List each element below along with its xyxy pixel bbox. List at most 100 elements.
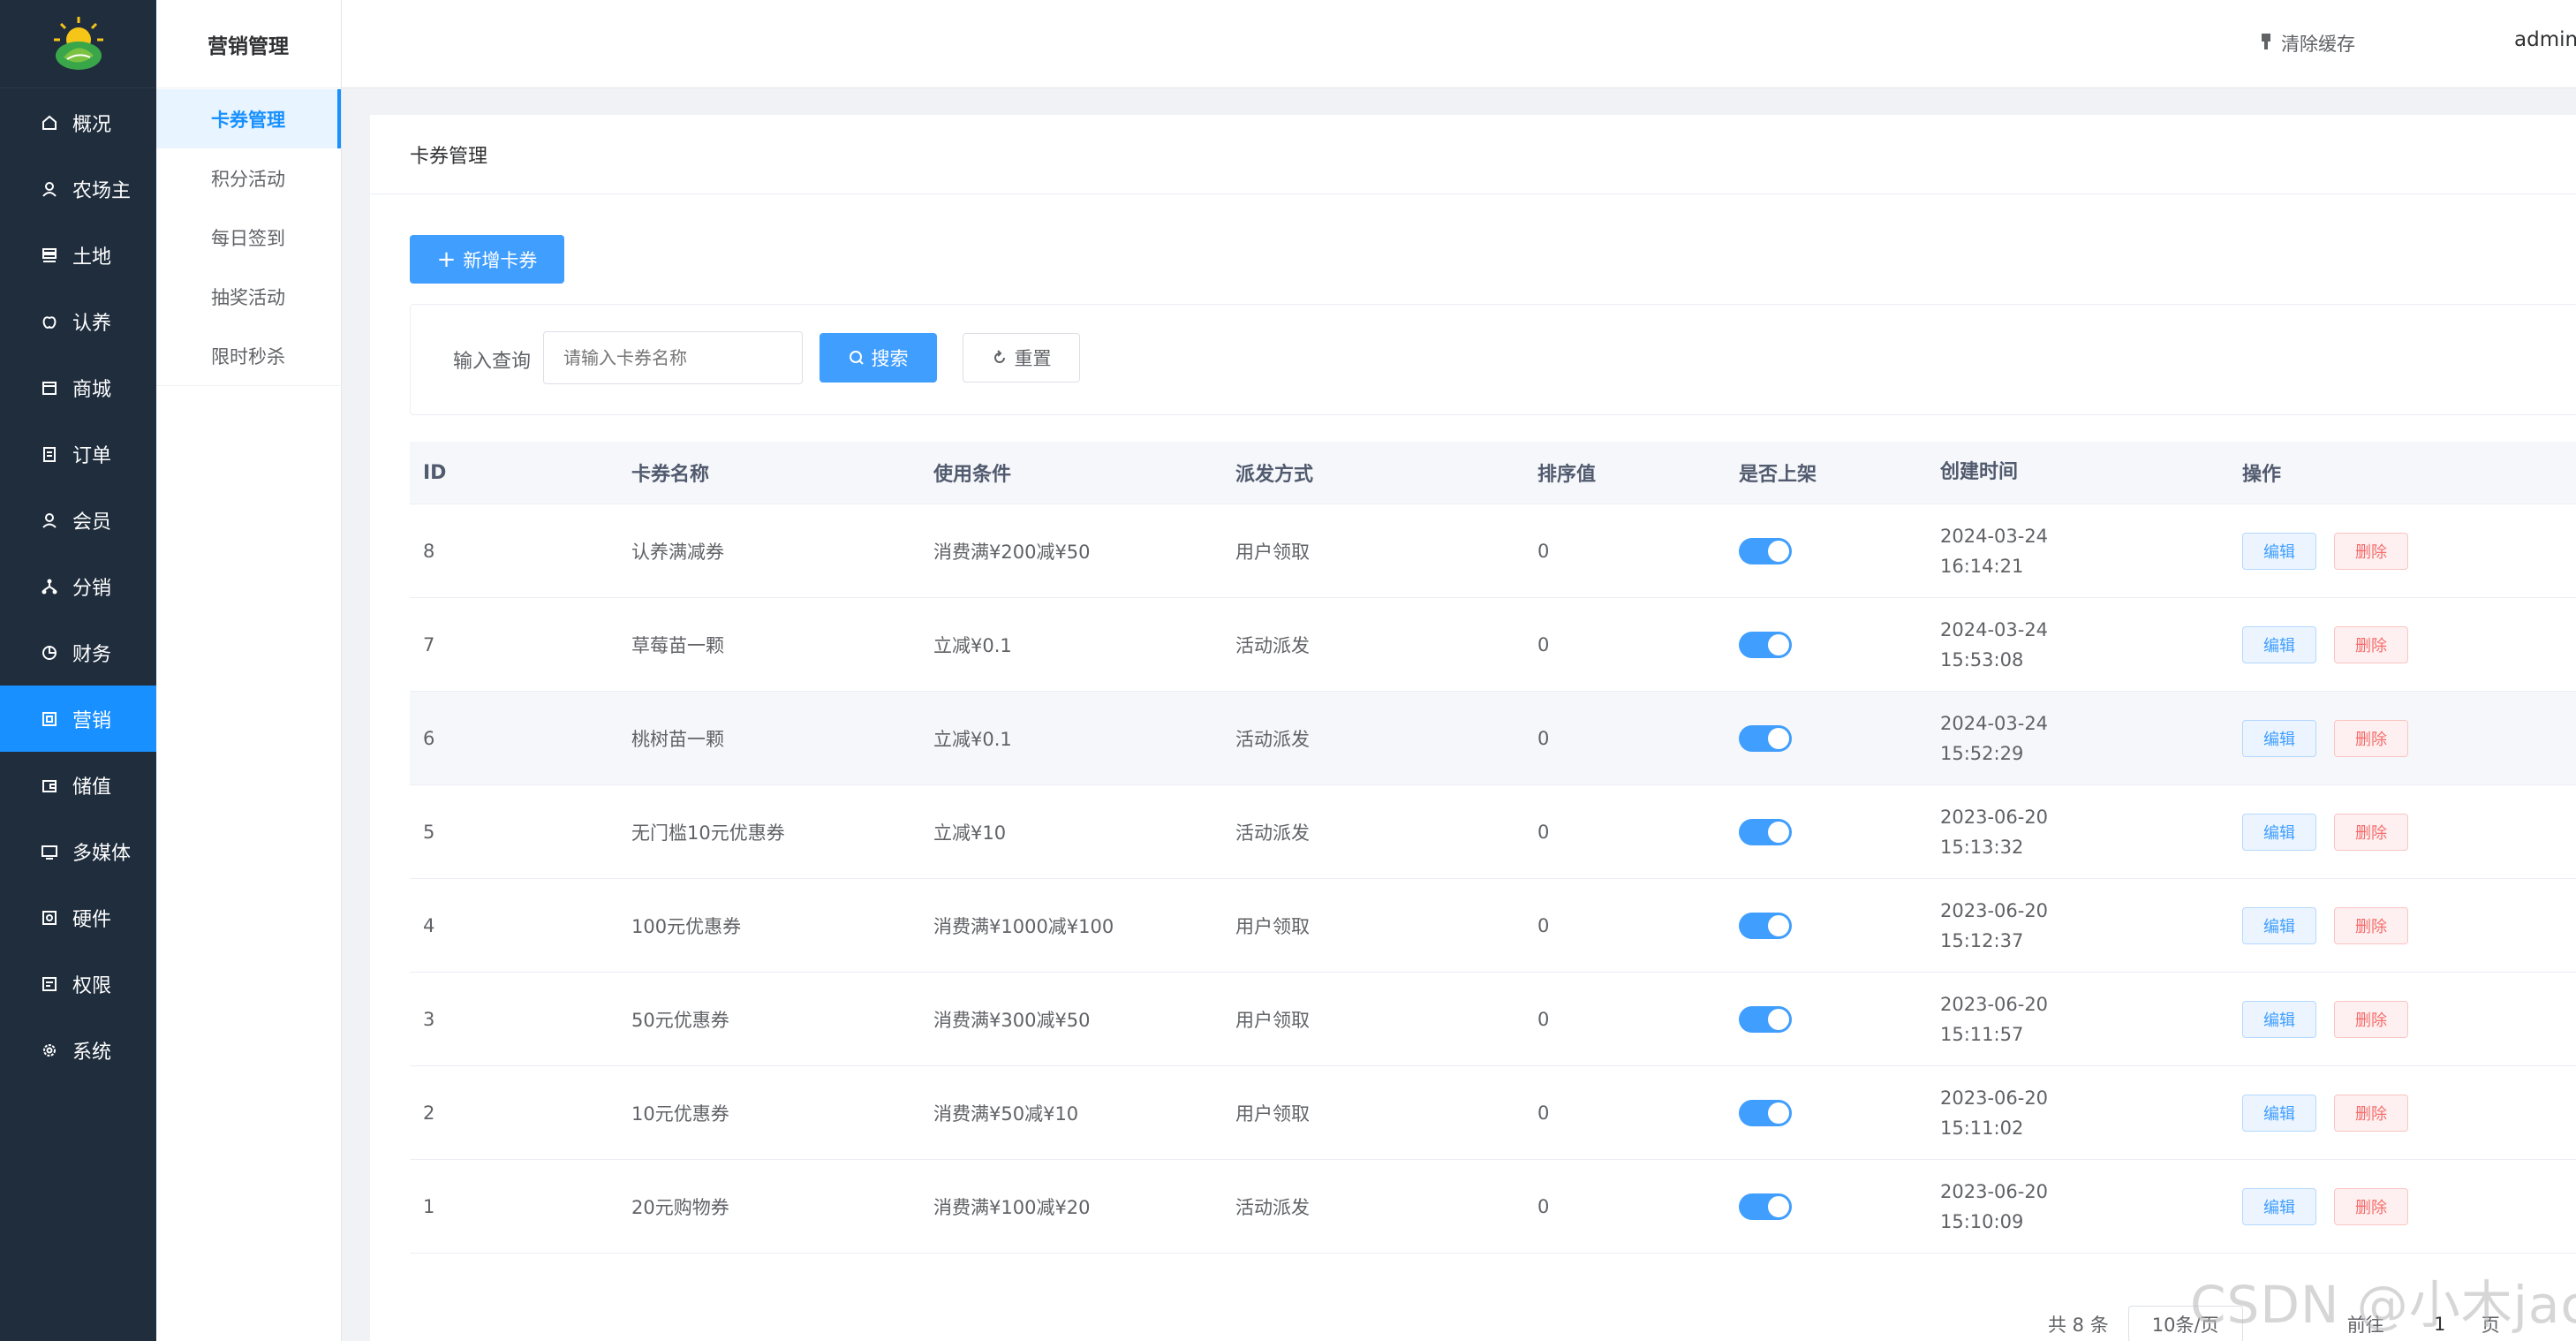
sidebar-item-label: 农场主 [72, 179, 132, 202]
sidebar-item-6[interactable]: 会员 [0, 487, 156, 553]
cell-condition: 消费满¥1000减¥100 [933, 915, 1114, 937]
listing-toggle[interactable] [1739, 818, 1792, 845]
sidebar-item-3[interactable]: 认养 [0, 288, 156, 354]
created-date: 2023-06-20 [1940, 806, 2049, 828]
sidebar-item-1[interactable]: 农场主 [0, 155, 156, 222]
search-icon [849, 350, 865, 366]
listing-toggle[interactable] [1739, 912, 1792, 939]
reset-button[interactable]: 重置 [963, 333, 1080, 383]
column-header: 卡券名称 [631, 464, 710, 486]
sidebar-item-5[interactable]: 订单 [0, 420, 156, 487]
edit-button[interactable]: 编辑 [2242, 532, 2316, 570]
cell-name: 100元优惠券 [631, 915, 742, 937]
sidebar-item-2[interactable]: 土地 [0, 222, 156, 288]
sidebar-item-13[interactable]: 权限 [0, 951, 156, 1017]
sidebar-item-9[interactable]: 营销 [0, 686, 156, 752]
sidebar-item-10[interactable]: 储值 [0, 752, 156, 818]
cell-distribution: 活动派发 [1235, 728, 1310, 750]
cell-status [1726, 631, 1927, 658]
cell-actions: 编辑 删除 [2229, 625, 2576, 663]
column-header: 创建时间 [1940, 461, 2019, 483]
cell-id: 4 [423, 914, 435, 936]
search-button[interactable]: 搜索 [820, 333, 937, 383]
logo-icon [53, 16, 103, 70]
clear-cache-button[interactable]: 清除缓存 [2260, 30, 2355, 57]
listing-toggle[interactable] [1739, 631, 1792, 658]
sidebar-item-0[interactable]: 概况 [0, 89, 156, 155]
subnav-item-3[interactable]: 抽奖活动 [156, 267, 341, 326]
cell-actions: 编辑 删除 [2229, 813, 2576, 851]
table-header: ID 卡券名称 使用条件 派发方式 排序值 是否上架 创建时间 操作 [410, 442, 2576, 504]
home-icon [39, 112, 60, 133]
cell-name: 无门槛10元优惠券 [631, 822, 785, 844]
sidebar-item-8[interactable]: 财务 [0, 619, 156, 686]
cell-created-time: 2023-06-20 15:11:57 [1927, 989, 2229, 1049]
user-icon [39, 178, 60, 200]
sidebar-item-7[interactable]: 分销 [0, 553, 156, 619]
delete-button[interactable]: 删除 [2334, 625, 2408, 663]
edit-button[interactable]: 编辑 [2242, 1187, 2316, 1225]
delete-button[interactable]: 删除 [2334, 906, 2408, 944]
cell-name: 认养满减券 [631, 541, 724, 563]
table-row: 8 认养满减券 消费满¥200减¥50 用户领取 0 2024-03-24 16:14:21… [410, 504, 2576, 598]
subnav-item-2[interactable]: 每日签到 [156, 208, 341, 267]
permission-icon [39, 974, 60, 995]
column-header: 派发方式 [1235, 464, 1314, 486]
created-date: 2024-03-24 [1940, 618, 2049, 640]
add-coupon-button[interactable]: + 新增卡券 [410, 235, 564, 284]
cell-actions: 编辑 删除 [2229, 1187, 2576, 1225]
subnav-item-1[interactable]: 积分活动 [156, 148, 341, 208]
cell-sort: 0 [1537, 1102, 1550, 1124]
delete-button[interactable]: 删除 [2334, 719, 2408, 757]
delete-button[interactable]: 删除 [2334, 1187, 2408, 1225]
cell-distribution: 用户领取 [1235, 1102, 1310, 1125]
created-date: 2023-06-20 [1940, 1180, 2049, 1202]
sidebar-item-label: 多媒体 [72, 842, 132, 865]
cell-sort: 0 [1537, 1008, 1550, 1030]
created-clock: 15:11:02 [1940, 1117, 2024, 1139]
delete-button[interactable]: 删除 [2334, 532, 2408, 570]
edit-button[interactable]: 编辑 [2242, 719, 2316, 757]
sidebar-item-label: 权限 [72, 974, 112, 997]
created-clock: 15:13:32 [1940, 836, 2024, 858]
listing-toggle[interactable] [1739, 1193, 1792, 1220]
cell-distribution: 活动派发 [1235, 1196, 1310, 1218]
sidebar-item-11[interactable]: 多媒体 [0, 818, 156, 884]
coupon-name-input[interactable] [543, 331, 803, 384]
delete-button[interactable]: 删除 [2334, 1000, 2408, 1038]
cell-id: 5 [423, 821, 435, 843]
edit-button[interactable]: 编辑 [2242, 813, 2316, 851]
edit-button[interactable]: 编辑 [2242, 1094, 2316, 1132]
sidebar-item-label: 认养 [72, 312, 112, 335]
page-title: 卡券管理 [370, 115, 2576, 194]
created-clock: 15:53:08 [1940, 648, 2024, 670]
listing-toggle[interactable] [1739, 1005, 1792, 1033]
edit-button[interactable]: 编辑 [2242, 1000, 2316, 1038]
cell-status [1726, 912, 1927, 939]
user-name[interactable]: admin [2514, 28, 2576, 51]
edit-button[interactable]: 编辑 [2242, 625, 2316, 663]
delete-button[interactable]: 删除 [2334, 1094, 2408, 1132]
sidebar-item-14[interactable]: 系统 [0, 1017, 156, 1083]
edit-button[interactable]: 编辑 [2242, 906, 2316, 944]
sidebar-item-label: 营销 [72, 709, 112, 732]
add-coupon-label: 新增卡券 [463, 249, 538, 271]
cell-actions: 编辑 删除 [2229, 532, 2576, 570]
sidebar-item-label: 系统 [72, 1041, 112, 1064]
subnav-item-0[interactable]: 卡券管理 [156, 89, 341, 148]
sidebar-item-label: 财务 [72, 643, 112, 666]
table-row: 3 50元优惠券 消费满¥300减¥50 用户领取 0 2023-06-20 15:11:5… [410, 973, 2576, 1066]
listing-toggle[interactable] [1739, 724, 1792, 752]
sidebar-item-12[interactable]: 硬件 [0, 884, 156, 951]
listing-toggle[interactable] [1739, 1099, 1792, 1126]
subnav-item-4[interactable]: 限时秒杀 [156, 326, 341, 385]
delete-button[interactable]: 删除 [2334, 813, 2408, 851]
land-icon [39, 245, 60, 266]
watermark: CSDN @小木jac [2190, 1275, 2576, 1335]
listing-toggle[interactable] [1739, 537, 1792, 564]
created-clock: 16:14:21 [1940, 555, 2024, 577]
sidebar-item-4[interactable]: 商城 [0, 354, 156, 420]
apple-icon [39, 311, 60, 332]
table-row: 7 草莓苗一颗 立减¥0.1 活动派发 0 2024-03-24 15:53:08 编辑 删除 [410, 598, 2576, 692]
table-body: 8 认养满减券 消费满¥200减¥50 用户领取 0 2024-03-24 16:14:21… [410, 504, 2576, 1254]
